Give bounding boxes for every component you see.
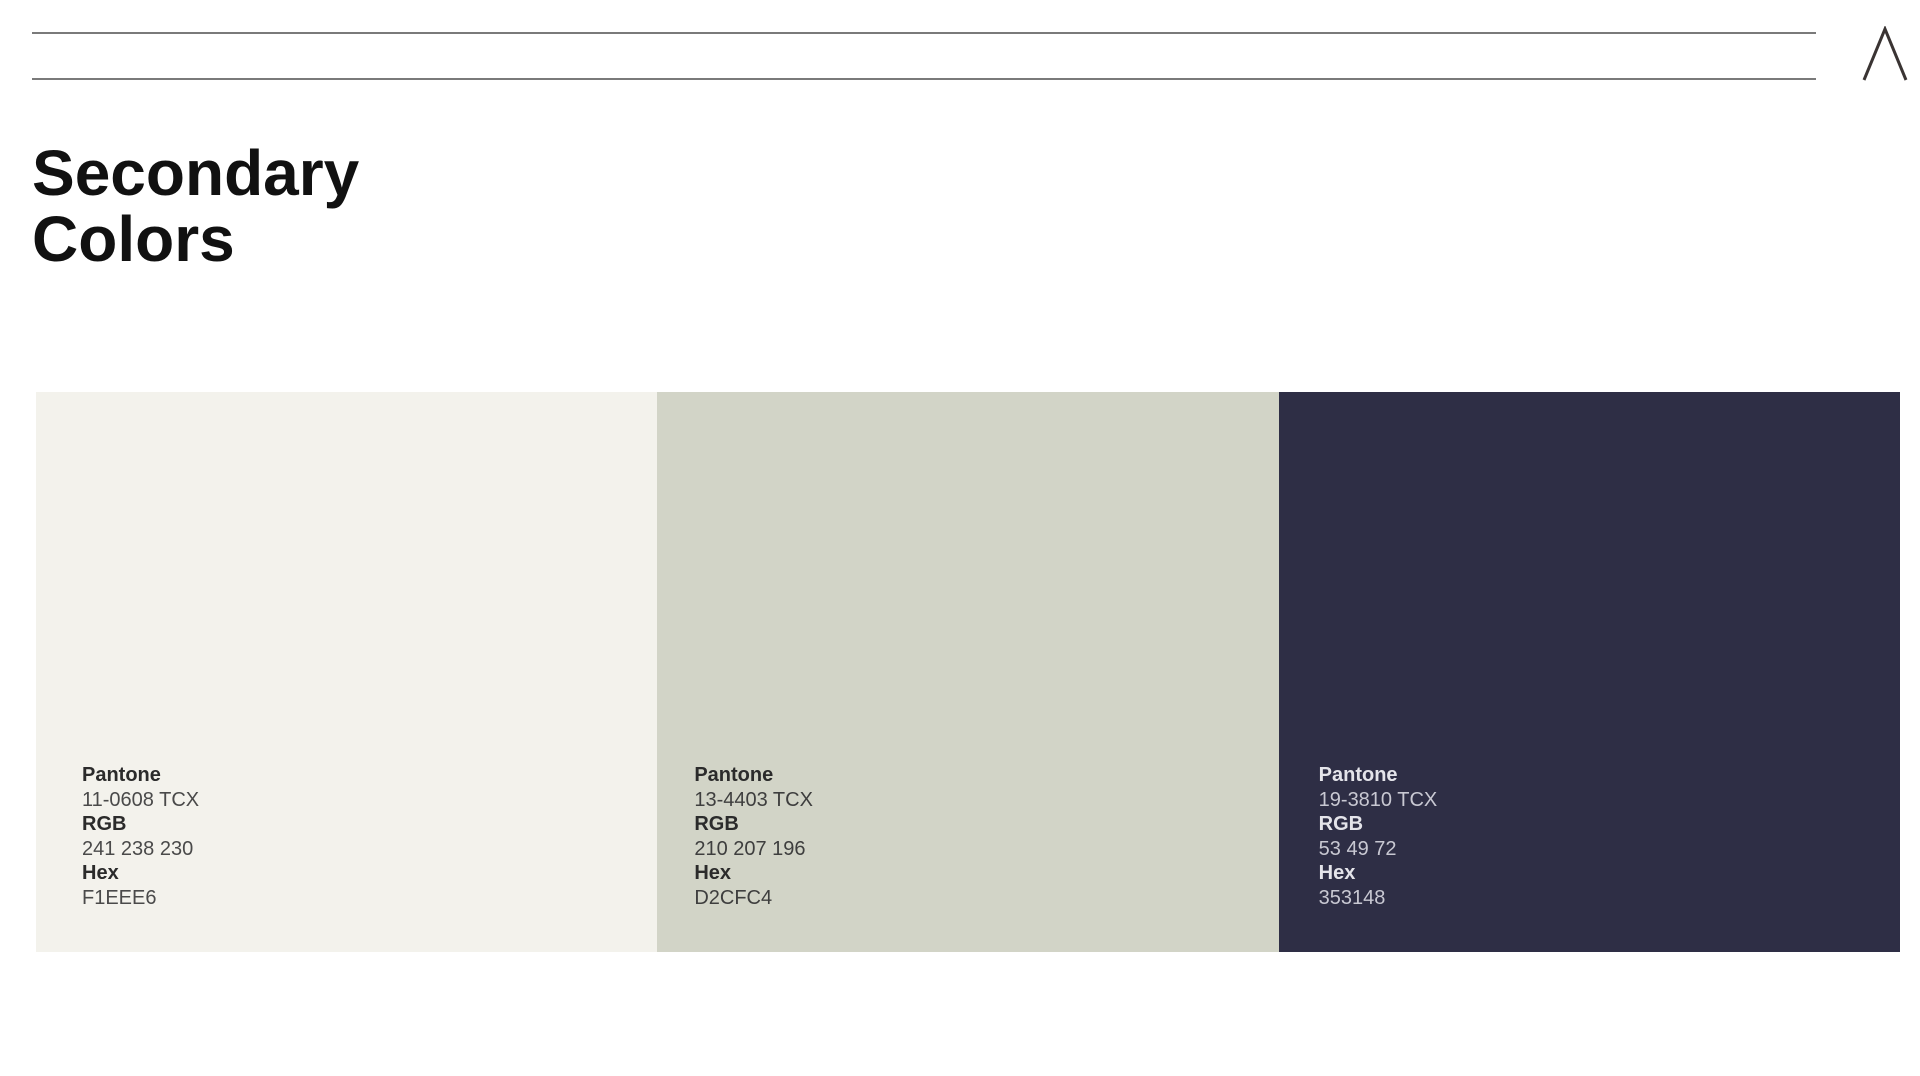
pantone-label: Pantone	[694, 764, 774, 786]
rgb-value: 210 207 196	[694, 837, 806, 860]
rgb-label: RGB	[1318, 813, 1364, 835]
pantone-value: 13-4403 TCX	[694, 788, 813, 811]
color-swatches: Pantone 11-0608 TCX RGB 241 238 230 Hex …	[36, 392, 1900, 952]
swatch-info: Pantone 11-0608 TCX RGB 241 238 230 Hex …	[82, 763, 199, 910]
swatch-info: Pantone 13-4403 TCX RGB 210 207 196 Hex …	[694, 763, 813, 910]
rgb-value: 53 49 72	[1318, 837, 1397, 860]
page-title-line-2: Colors	[32, 203, 235, 275]
swatch-sage-grey: Pantone 13-4403 TCX RGB 210 207 196 Hex …	[657, 392, 1279, 952]
pantone-label: Pantone	[82, 764, 161, 786]
header-rule-top	[32, 32, 1816, 34]
hex-label: Hex	[1318, 862, 1356, 884]
lambda-logo-icon	[1862, 26, 1908, 81]
pantone-value: 19-3810 TCX	[1318, 788, 1438, 811]
page-title: Secondary Colors	[32, 140, 359, 272]
rgb-label: RGB	[82, 813, 127, 835]
pantone-label: Pantone	[1318, 764, 1398, 786]
pantone-value: 11-0608 TCX	[82, 788, 200, 811]
swatch-dark-navy: Pantone 19-3810 TCX RGB 53 49 72 Hex 353…	[1278, 392, 1900, 952]
hex-value: D2CFC4	[694, 886, 773, 909]
hex-label: Hex	[694, 862, 732, 884]
hex-value: F1EEE6	[82, 886, 157, 909]
swatch-warm-white: Pantone 11-0608 TCX RGB 241 238 230 Hex …	[36, 392, 658, 952]
hex-value: 353148	[1318, 886, 1386, 909]
rgb-value: 241 238 230	[82, 837, 194, 860]
swatch-info: Pantone 19-3810 TCX RGB 53 49 72 Hex 353…	[1319, 763, 1438, 910]
hex-label: Hex	[82, 862, 119, 884]
page-title-line-1: Secondary	[32, 137, 360, 209]
rgb-label: RGB	[694, 813, 739, 835]
header-rule-bottom	[32, 78, 1816, 80]
